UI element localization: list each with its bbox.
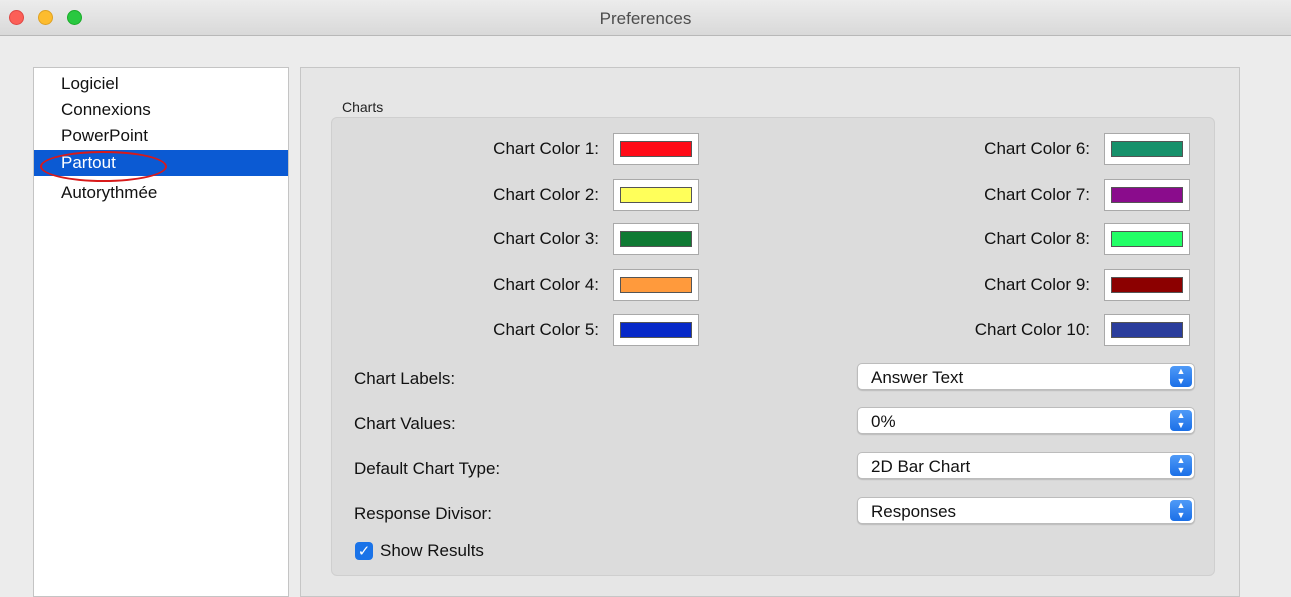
chart-color-2-label: Chart Color 2: bbox=[493, 185, 599, 204]
default-chart-type-select[interactable]: 2D Bar Chart ▲ ▼ bbox=[857, 452, 1195, 479]
chart-color-8-label: Chart Color 8: bbox=[984, 229, 1090, 248]
chart-color-1-well[interactable] bbox=[613, 133, 699, 165]
chart-color-10-swatch bbox=[1111, 322, 1183, 338]
checkmark-icon: ✓ bbox=[357, 542, 371, 560]
chart-color-10-well[interactable] bbox=[1104, 314, 1190, 346]
sidebar-item-logiciel[interactable]: Logiciel bbox=[34, 71, 288, 97]
chart-color-2-row: Chart Color 2: bbox=[400, 179, 699, 211]
chart-color-6-row: Chart Color 6: bbox=[890, 133, 1190, 165]
chart-color-7-well[interactable] bbox=[1104, 179, 1190, 211]
chart-labels-label: Chart Labels: bbox=[354, 369, 456, 388]
chart-color-1-label: Chart Color 1: bbox=[493, 139, 599, 158]
window-title: Preferences bbox=[599, 9, 692, 28]
chart-color-7-row: Chart Color 7: bbox=[890, 179, 1190, 211]
sidebar-item-partout[interactable]: Partout bbox=[34, 150, 288, 182]
response-divisor-label: Response Divisor: bbox=[354, 504, 492, 523]
chart-color-2-well[interactable] bbox=[613, 179, 699, 211]
chart-color-1-swatch bbox=[620, 141, 692, 157]
sidebar-item-autorythmee[interactable]: Autorythmée bbox=[34, 180, 288, 206]
chart-labels-value: Answer Text bbox=[871, 368, 964, 387]
chart-color-6-label: Chart Color 6: bbox=[984, 139, 1090, 158]
default-chart-type-label: Default Chart Type: bbox=[354, 459, 501, 478]
chart-color-9-row: Chart Color 9: bbox=[890, 269, 1190, 301]
sidebar-item-label: Logiciel bbox=[61, 74, 119, 93]
chevron-up-down-icon: ▲ ▼ bbox=[1170, 455, 1192, 476]
highlight-circle-annotation bbox=[40, 151, 167, 182]
chart-color-3-row: Chart Color 3: bbox=[400, 223, 699, 255]
chart-color-4-well[interactable] bbox=[613, 269, 699, 301]
chart-color-4-label: Chart Color 4: bbox=[493, 275, 599, 294]
chart-color-10-row: Chart Color 10: bbox=[890, 314, 1190, 346]
charts-group-title: Charts bbox=[342, 99, 384, 115]
chart-color-3-swatch bbox=[620, 231, 692, 247]
chart-labels-select[interactable]: Answer Text ▲ ▼ bbox=[857, 363, 1195, 390]
chart-color-7-swatch bbox=[1111, 187, 1183, 203]
chart-color-9-well[interactable] bbox=[1104, 269, 1190, 301]
chevron-up-down-icon: ▲ ▼ bbox=[1170, 410, 1192, 431]
chart-values-select[interactable]: 0% ▲ ▼ bbox=[857, 407, 1195, 434]
chart-color-6-swatch bbox=[1111, 141, 1183, 157]
show-results-checkbox[interactable]: ✓ bbox=[355, 542, 373, 560]
chart-color-6-well[interactable] bbox=[1104, 133, 1190, 165]
chart-color-5-swatch bbox=[620, 322, 692, 338]
chart-color-5-well[interactable] bbox=[613, 314, 699, 346]
chart-color-9-label: Chart Color 9: bbox=[984, 275, 1090, 294]
chevron-up-down-icon: ▲ ▼ bbox=[1170, 366, 1192, 387]
chart-color-10-label: Chart Color 10: bbox=[974, 320, 1090, 339]
sidebar-item-label: Autorythmée bbox=[61, 183, 158, 202]
chevron-up-down-icon: ▲ ▼ bbox=[1170, 500, 1192, 521]
chart-color-8-swatch bbox=[1111, 231, 1183, 247]
chart-color-9-swatch bbox=[1111, 277, 1183, 293]
sidebar-item-label: Connexions bbox=[61, 100, 151, 119]
preferences-sidebar: Logiciel Connexions PowerPoint Partout A… bbox=[33, 67, 289, 597]
sidebar-item-label: PowerPoint bbox=[61, 126, 148, 145]
chart-color-3-label: Chart Color 3: bbox=[493, 229, 599, 248]
chart-color-5-row: Chart Color 5: bbox=[400, 314, 699, 346]
default-chart-type-value: 2D Bar Chart bbox=[871, 457, 971, 476]
chart-color-8-row: Chart Color 8: bbox=[890, 223, 1190, 255]
chart-color-4-swatch bbox=[620, 277, 692, 293]
show-results-label: Show Results bbox=[380, 541, 484, 560]
chart-color-8-well[interactable] bbox=[1104, 223, 1190, 255]
chart-values-value: 0% bbox=[871, 412, 896, 431]
chart-color-5-label: Chart Color 5: bbox=[493, 320, 599, 339]
chart-color-3-well[interactable] bbox=[613, 223, 699, 255]
chart-color-2-swatch bbox=[620, 187, 692, 203]
chart-values-label: Chart Values: bbox=[354, 414, 456, 433]
response-divisor-select[interactable]: Responses ▲ ▼ bbox=[857, 497, 1195, 524]
chart-color-7-label: Chart Color 7: bbox=[984, 185, 1090, 204]
title-bar: Preferences bbox=[0, 0, 1291, 36]
chart-color-1-row: Chart Color 1: bbox=[400, 133, 699, 165]
sidebar-item-powerpoint[interactable]: PowerPoint bbox=[34, 123, 288, 149]
response-divisor-value: Responses bbox=[871, 502, 957, 521]
chart-color-4-row: Chart Color 4: bbox=[400, 269, 699, 301]
sidebar-item-connexions[interactable]: Connexions bbox=[34, 97, 288, 123]
